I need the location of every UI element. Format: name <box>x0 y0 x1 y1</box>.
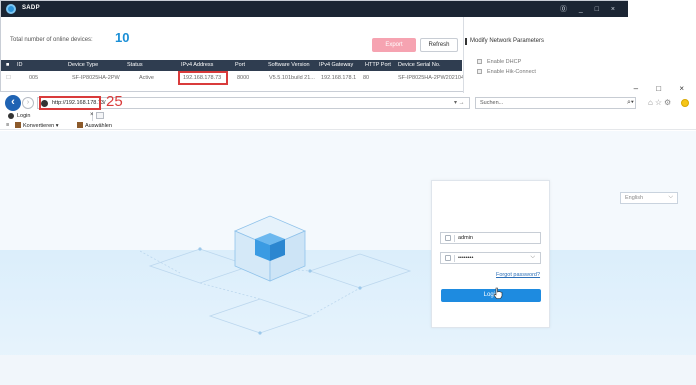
sadp-title-bar: SADP ⓪ _ □ × <box>1 1 628 17</box>
language-selected-value: English <box>625 195 644 201</box>
cell-software-version: V5.5.101build 21... <box>269 75 315 81</box>
browser-window: ‹ › http://192.168.178.73/ 25 ▾ → Suchen… <box>0 84 696 385</box>
cell-serial-no: SF-IP8025HA-2PW20210410 <box>398 75 471 81</box>
smiley-feedback-icon[interactable] <box>681 99 689 107</box>
username-value: admin <box>458 235 473 241</box>
column-header-status[interactable]: Status <box>127 62 143 68</box>
password-field[interactable]: •••••••• ⌵ <box>440 252 541 264</box>
favorite-auswaehlen-label: Auswählen <box>85 123 112 129</box>
address-bar[interactable]: http://192.168.178.73/ <box>37 97 470 109</box>
favorites-bar: ≡ Konvertieren ▾ Auswählen <box>0 121 696 130</box>
ipv4-highlight-box <box>178 71 228 85</box>
enable-hik-connect-option[interactable]: Enable Hik-Connect <box>477 69 536 75</box>
search-input[interactable]: Suchen... <box>475 97 636 109</box>
row-checkbox[interactable]: ☐ <box>6 75 11 81</box>
sadp-window: SADP ⓪ _ □ × Total number of online devi… <box>0 0 628 93</box>
dashed-link-3 <box>309 287 361 317</box>
favorite-konvertieren-label: Konvertieren <box>23 123 55 129</box>
select-icon <box>77 122 83 128</box>
refresh-button[interactable]: Refresh <box>420 38 458 52</box>
column-header-ipv4-gateway[interactable]: IPv4 Gateway <box>319 62 353 68</box>
username-field[interactable]: admin <box>440 232 541 244</box>
password-value: •••••••• <box>458 255 474 261</box>
export-button[interactable]: Export <box>372 38 416 52</box>
favorite-auswaehlen[interactable]: Auswählen <box>77 122 112 129</box>
search-placeholder: Suchen... <box>480 100 504 106</box>
favorite-konvertieren[interactable]: Konvertieren ▾ <box>15 122 58 129</box>
cell-id: 005 <box>29 75 39 81</box>
cell-status: Active <box>139 75 154 81</box>
column-header-software-version[interactable]: Software Version <box>268 62 310 68</box>
column-header-serial-no[interactable]: Device Serial No. <box>398 62 441 68</box>
go-arrow-icon[interactable]: ▾ → <box>454 99 465 106</box>
column-header-id[interactable]: ID <box>17 62 23 68</box>
screenshot-root: SADP ⓪ _ □ × Total number of online devi… <box>0 0 696 385</box>
modify-panel-title: Modify Network Parameters <box>464 38 545 45</box>
cell-device-type: SF-IP8025HA-2PW <box>72 75 120 81</box>
tab-label: Login <box>17 113 31 119</box>
enable-hik-connect-checkbox[interactable] <box>477 69 482 74</box>
convert-icon <box>15 122 21 128</box>
online-devices-count: 10 <box>115 30 130 45</box>
user-icon <box>445 235 451 241</box>
forgot-password-link[interactable]: Forgot password? <box>496 272 540 278</box>
new-tab-button[interactable] <box>96 112 104 119</box>
enable-dhcp-checkbox[interactable] <box>477 59 482 64</box>
favorites-bar-menu-icon[interactable]: ≡ <box>6 122 9 128</box>
sadp-app-title: SADP <box>22 5 40 11</box>
tab-login[interactable]: Login × <box>6 112 94 121</box>
node-dot-2 <box>308 269 312 273</box>
sadp-window-controls[interactable]: ⓪ _ □ × <box>560 4 620 14</box>
isometric-cube-illustration <box>140 215 412 335</box>
modify-network-panel: Modify Network Parameters Enable DHCP En… <box>463 17 628 93</box>
enable-dhcp-label: Enable DHCP <box>487 59 522 65</box>
annotation-number: 25 <box>106 93 123 110</box>
node-dot-3 <box>358 286 362 290</box>
address-highlight-box <box>39 96 101 110</box>
chevron-down-icon[interactable]: ⌵ <box>530 254 535 261</box>
chevron-down-icon: ⌵ <box>668 194 673 200</box>
column-header-device-type[interactable]: Device Type <box>68 62 98 68</box>
home-star-gear-icons[interactable]: ⌂☆⚙ <box>648 98 673 107</box>
language-select[interactable]: English ⌵ <box>620 192 678 204</box>
field-divider <box>454 255 455 262</box>
login-button[interactable]: Login <box>441 289 541 302</box>
column-header-ipv4-address[interactable]: IPv4 Address <box>181 62 213 68</box>
cell-port: 8000 <box>237 75 250 81</box>
online-devices-label: Total number of online devices: <box>10 37 93 43</box>
enable-hik-connect-label: Enable Hik-Connect <box>487 69 536 75</box>
floor-tile-bottom <box>208 298 312 334</box>
floor-tile-right <box>308 253 412 289</box>
tab-close-icon[interactable]: × <box>90 112 94 118</box>
cell-http-port: 80 <box>363 75 370 81</box>
browser-tab-bar: Login × <box>0 112 696 121</box>
back-button[interactable]: ‹ <box>5 95 21 111</box>
browser-nav-bar: ‹ › http://192.168.178.73/ 25 ▾ → Suchen… <box>0 84 696 112</box>
cell-ipv4-gateway: 192.168.178.1 <box>321 75 357 81</box>
browser-window-controls[interactable]: – □ × <box>634 84 692 93</box>
search-icon[interactable]: ⌕▾ <box>627 99 634 107</box>
field-divider <box>454 235 455 242</box>
dashed-link-1 <box>199 282 261 300</box>
hand-cursor-icon <box>493 287 503 299</box>
login-page: English ⌵ <box>0 131 696 385</box>
node-dot-1 <box>198 247 202 251</box>
select-all-checkbox[interactable]: ■ <box>6 62 9 68</box>
column-header-http-port[interactable]: HTTP Port <box>365 62 391 68</box>
tab-favicon-icon <box>8 113 14 119</box>
node-dot-4 <box>258 331 262 335</box>
sadp-logo-icon <box>6 4 16 14</box>
device-table-header: ■ ID Device Type Status IPv4 Address Por… <box>1 60 462 71</box>
table-row[interactable]: ☐ 005 SF-IP8025HA-2PW Active 192.168.178… <box>1 72 470 83</box>
lock-icon <box>445 255 451 261</box>
enable-dhcp-option[interactable]: Enable DHCP <box>477 59 521 65</box>
column-header-port[interactable]: Port <box>235 62 245 68</box>
login-card: admin •••••••• ⌵ Forgot password? Login <box>431 180 550 328</box>
forward-button[interactable]: › <box>22 97 34 109</box>
